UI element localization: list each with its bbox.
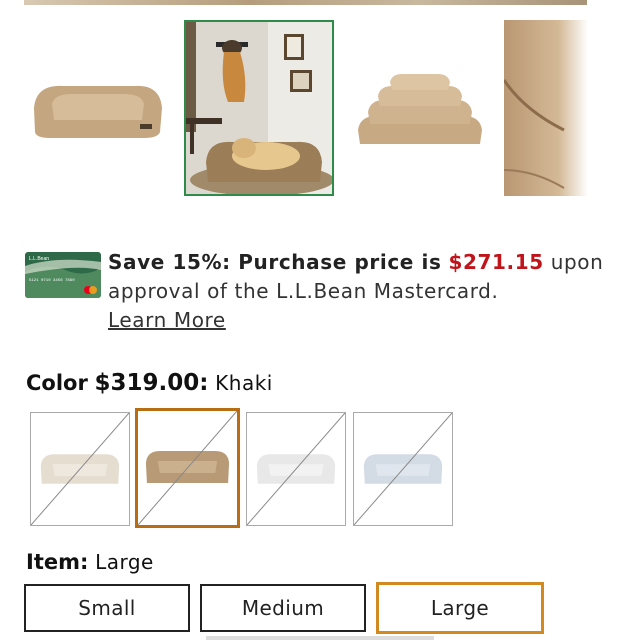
color-label: Color [26,371,88,395]
svg-text:5121 0710 3456 7890: 5121 0710 3456 7890 [29,279,75,283]
fabric-closeup-image [504,20,588,196]
promo-upon-text: upon [550,250,604,274]
thumbnail-dog-bed[interactable] [24,20,172,196]
image-gallery-thumbnails [24,20,640,196]
color-swatch-light-gray[interactable] [246,412,346,526]
size-button-large[interactable]: Large [376,582,544,634]
llbean-mastercard-icon: L.L.Bean 5121 0710 3456 7890 [25,252,101,298]
color-swatch-khaki[interactable] [135,408,240,528]
hero-image-bottom-edge [24,0,587,5]
thumbnail-fabric-closeup[interactable] [504,20,588,196]
next-control-edge [206,636,434,640]
item-size-heading: Item: Large [26,550,154,574]
thumbnail-dog-on-bed[interactable] [184,20,334,196]
promo-price: $271.15 [448,250,544,274]
color-swatch-natural[interactable] [30,412,130,526]
selected-item-value: Large [95,550,154,574]
size-button-small[interactable]: Small [24,584,190,632]
svg-text:L.L.Bean: L.L.Bean [29,256,49,262]
selected-color-value: Khaki [215,371,273,395]
thumbnail-stacked-beds[interactable] [346,20,494,196]
product-price: $319.00: [94,370,209,396]
color-selector-heading: Color $319.00: Khaki [26,370,273,396]
dog-on-bed-lifestyle-image [186,22,332,194]
learn-more-link[interactable]: Learn More [108,308,226,332]
promo-save-text: Save 15%: Purchase price is [108,250,442,274]
promo-approval-text: approval of the L.L.Bean Mastercard. [108,279,499,303]
item-label: Item: [26,550,89,574]
size-button-medium[interactable]: Medium [200,584,366,632]
dog-bed-khaki-image [24,20,172,196]
color-swatch-blue-gray[interactable] [353,412,453,526]
stacked-dog-beds-image [346,20,494,196]
